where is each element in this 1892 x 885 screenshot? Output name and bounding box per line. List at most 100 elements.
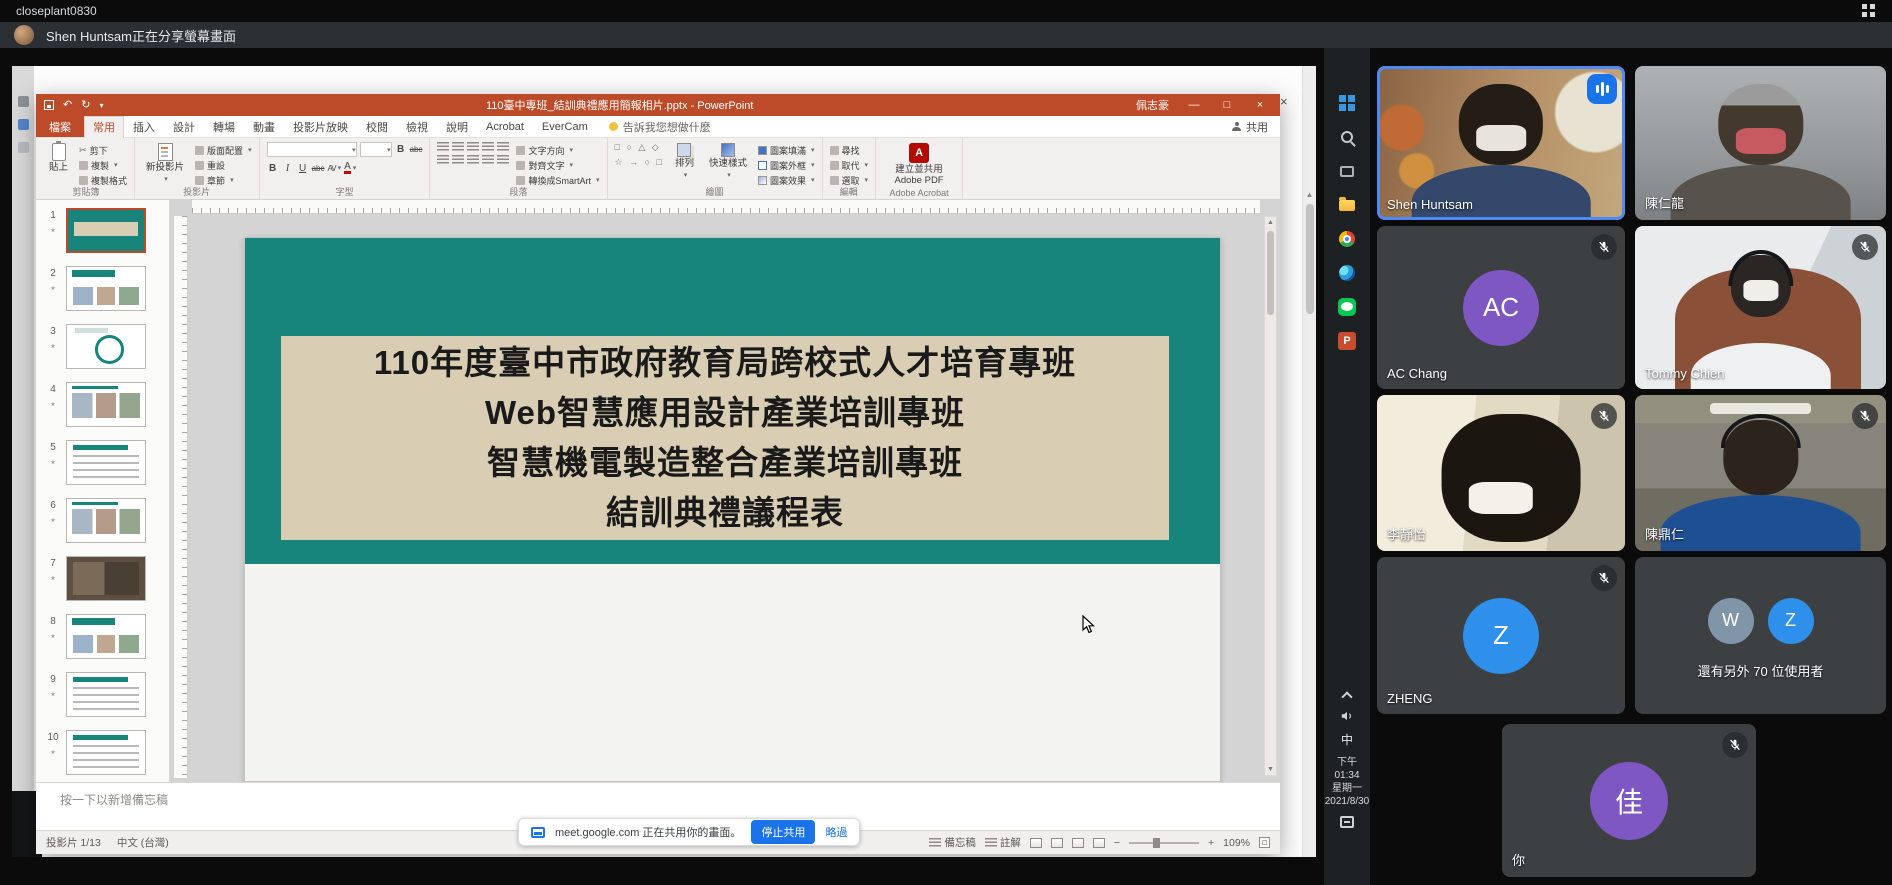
scroll-up-icon[interactable] (1265, 219, 1276, 226)
bold-icon[interactable] (267, 161, 279, 175)
align-center-icon[interactable] (452, 155, 464, 164)
reading-view-icon[interactable] (1072, 838, 1084, 848)
scrollbar-thumb[interactable] (1267, 231, 1274, 315)
input-method-indicator[interactable]: 中 (1341, 731, 1353, 748)
slide-thumbnail[interactable]: 7 (36, 552, 169, 610)
share-button[interactable]: 共用 (1220, 116, 1280, 137)
font-family-select[interactable] (267, 142, 357, 157)
slide-thumbnail[interactable]: 10 (36, 726, 169, 782)
align-left-icon[interactable] (437, 155, 449, 164)
ribbon-tab[interactable]: Acrobat (477, 116, 533, 137)
close-icon[interactable] (1248, 99, 1272, 111)
normal-view-icon[interactable] (1030, 838, 1042, 848)
ribbon-tab[interactable]: 常用 (84, 116, 124, 138)
slide-thumbnail[interactable]: 4 (36, 378, 169, 436)
new-slide-button[interactable]: 新投影片 (142, 142, 188, 185)
find-button[interactable]: 尋找 (830, 143, 869, 157)
participant-tile[interactable]: WZ 還有另外 70 位使用者 (1635, 557, 1886, 714)
ribbon-tab[interactable]: 動畫 (244, 116, 284, 137)
language-indicator[interactable]: 中文 (台灣) (117, 835, 169, 850)
close-icon[interactable] (1280, 94, 1294, 108)
tell-me-box[interactable]: 告訴我您想做什麼 (609, 116, 711, 137)
save-icon[interactable] (44, 100, 54, 110)
slide-scrollbar[interactable] (1264, 216, 1277, 776)
participant-tile[interactable]: 李靜怡 (1377, 395, 1625, 551)
quick-styles-button[interactable]: 快速樣式 (705, 142, 751, 181)
italic-icon[interactable] (282, 161, 294, 175)
justify-icon[interactable] (482, 155, 494, 164)
slide[interactable]: 110年度臺中市政府教育局跨校式人才培育專班 Web智慧應用設計產業培訓專班 智… (244, 237, 1221, 782)
reset-button[interactable]: 重設 (195, 158, 252, 172)
align-text-button[interactable]: 對齊文字 (516, 158, 599, 172)
increase-indent-icon[interactable] (482, 142, 494, 151)
slide-thumbnail-panel[interactable]: 1 2 3 4 5 6 7 8 9 10 (36, 200, 170, 782)
taskbar-icon-chrome[interactable] (1324, 222, 1370, 256)
zoom-out-icon[interactable] (1114, 837, 1120, 849)
account-name[interactable]: 佩志豪 (1136, 97, 1169, 113)
self-tile[interactable]: 佳 你 (1502, 724, 1756, 877)
slide-thumbnail[interactable]: 9 (36, 668, 169, 726)
slide-title-box[interactable]: 110年度臺中市政府教育局跨校式人才培育專班 Web智慧應用設計產業培訓專班 智… (281, 336, 1169, 540)
shape-outline-button[interactable]: 圖案外框 (758, 158, 815, 172)
paste-button[interactable]: 貼上 (45, 142, 72, 175)
taskbar-icon-powerpoint[interactable]: P (1324, 324, 1370, 358)
participant-tile[interactable]: 陳仁龍 (1635, 66, 1886, 220)
create-pdf-button[interactable]: 建立並共用 Adobe PDF (883, 142, 955, 188)
participant-tile[interactable]: Z ZHENG (1377, 557, 1625, 714)
slide-sorter-icon[interactable] (1051, 838, 1063, 848)
ribbon-tab[interactable]: 設計 (164, 116, 204, 137)
ribbon-tab[interactable]: 校閱 (357, 116, 397, 137)
dismiss-share-bar-link[interactable]: 略過 (825, 824, 847, 840)
slide-thumbnail[interactable]: 5 (36, 436, 169, 494)
stop-sharing-button[interactable]: 停止共用 (751, 820, 815, 844)
text-direction-button[interactable]: 文字方向 (516, 143, 599, 157)
scrollbar-thumb[interactable] (1306, 204, 1314, 314)
decrease-indent-icon[interactable] (467, 142, 479, 151)
participant-tile[interactable]: Tommy Chien (1635, 226, 1886, 389)
ribbon-tab[interactable]: 投影片放映 (284, 116, 357, 137)
numbering-icon[interactable] (452, 142, 464, 151)
taskbar-icon-task-view[interactable] (1324, 154, 1370, 188)
slideshow-icon[interactable] (1093, 838, 1105, 848)
align-right-icon[interactable] (467, 155, 479, 164)
ribbon-tab[interactable]: 插入 (124, 116, 164, 137)
undo-icon[interactable] (63, 100, 72, 111)
cut-button[interactable]: 剪下 (79, 143, 127, 157)
action-center-icon[interactable] (1340, 816, 1354, 828)
show-hidden-icons-icon[interactable] (1341, 691, 1352, 702)
strikethrough-icon[interactable] (312, 161, 325, 175)
ribbon-tab[interactable]: 轉場 (204, 116, 244, 137)
scroll-down-icon[interactable] (1265, 766, 1276, 773)
shape-gallery[interactable]: □ ○ △ ◇ ☆ → ○ □ (615, 142, 664, 168)
redo-icon[interactable] (81, 100, 90, 111)
maximize-icon[interactable] (1215, 99, 1239, 111)
scroll-up-icon[interactable] (1303, 190, 1316, 199)
layout-button[interactable]: 版面配置 (195, 143, 252, 157)
underline-icon[interactable] (297, 161, 309, 175)
ribbon-tab[interactable]: 檢視 (397, 116, 437, 137)
fit-to-window-icon[interactable] (1259, 837, 1270, 848)
ribbon-tab[interactable]: 說明 (437, 116, 477, 137)
participant-tile[interactable]: 陳鼎仁 (1635, 395, 1886, 551)
font-size-select[interactable] (360, 142, 392, 157)
zoom-in-icon[interactable] (1208, 837, 1214, 849)
taskbar-icon-edge[interactable] (1324, 256, 1370, 290)
taskbar-icon-search[interactable] (1324, 120, 1370, 154)
participant-tile[interactable]: Shen Huntsam (1377, 66, 1625, 220)
layout-grid-icon[interactable] (1862, 4, 1876, 18)
comments-toggle[interactable]: 註解 (985, 835, 1021, 850)
slide-thumbnail[interactable]: 2 (36, 262, 169, 320)
taskbar-icon-windows[interactable] (1324, 86, 1370, 120)
taskbar-icon-file-explorer[interactable] (1324, 188, 1370, 222)
zoom-level[interactable]: 109% (1223, 837, 1250, 849)
taskbar-icon-line[interactable] (1324, 290, 1370, 324)
arrange-button[interactable]: 排列 (671, 142, 698, 181)
zoom-knob[interactable] (1153, 838, 1160, 848)
slide-thumbnail[interactable]: 3 (36, 320, 169, 378)
columns-icon[interactable] (497, 155, 509, 164)
ribbon-tab[interactable]: EverCam (533, 116, 597, 137)
bullets-icon[interactable] (437, 142, 449, 151)
slide-canvas[interactable]: 110年度臺中市政府教育局跨校式人才培育專班 Web智慧應用設計產業培訓專班 智… (170, 200, 1280, 782)
slide-thumbnail[interactable]: 8 (36, 610, 169, 668)
copy-button[interactable]: 複製 (79, 158, 127, 172)
